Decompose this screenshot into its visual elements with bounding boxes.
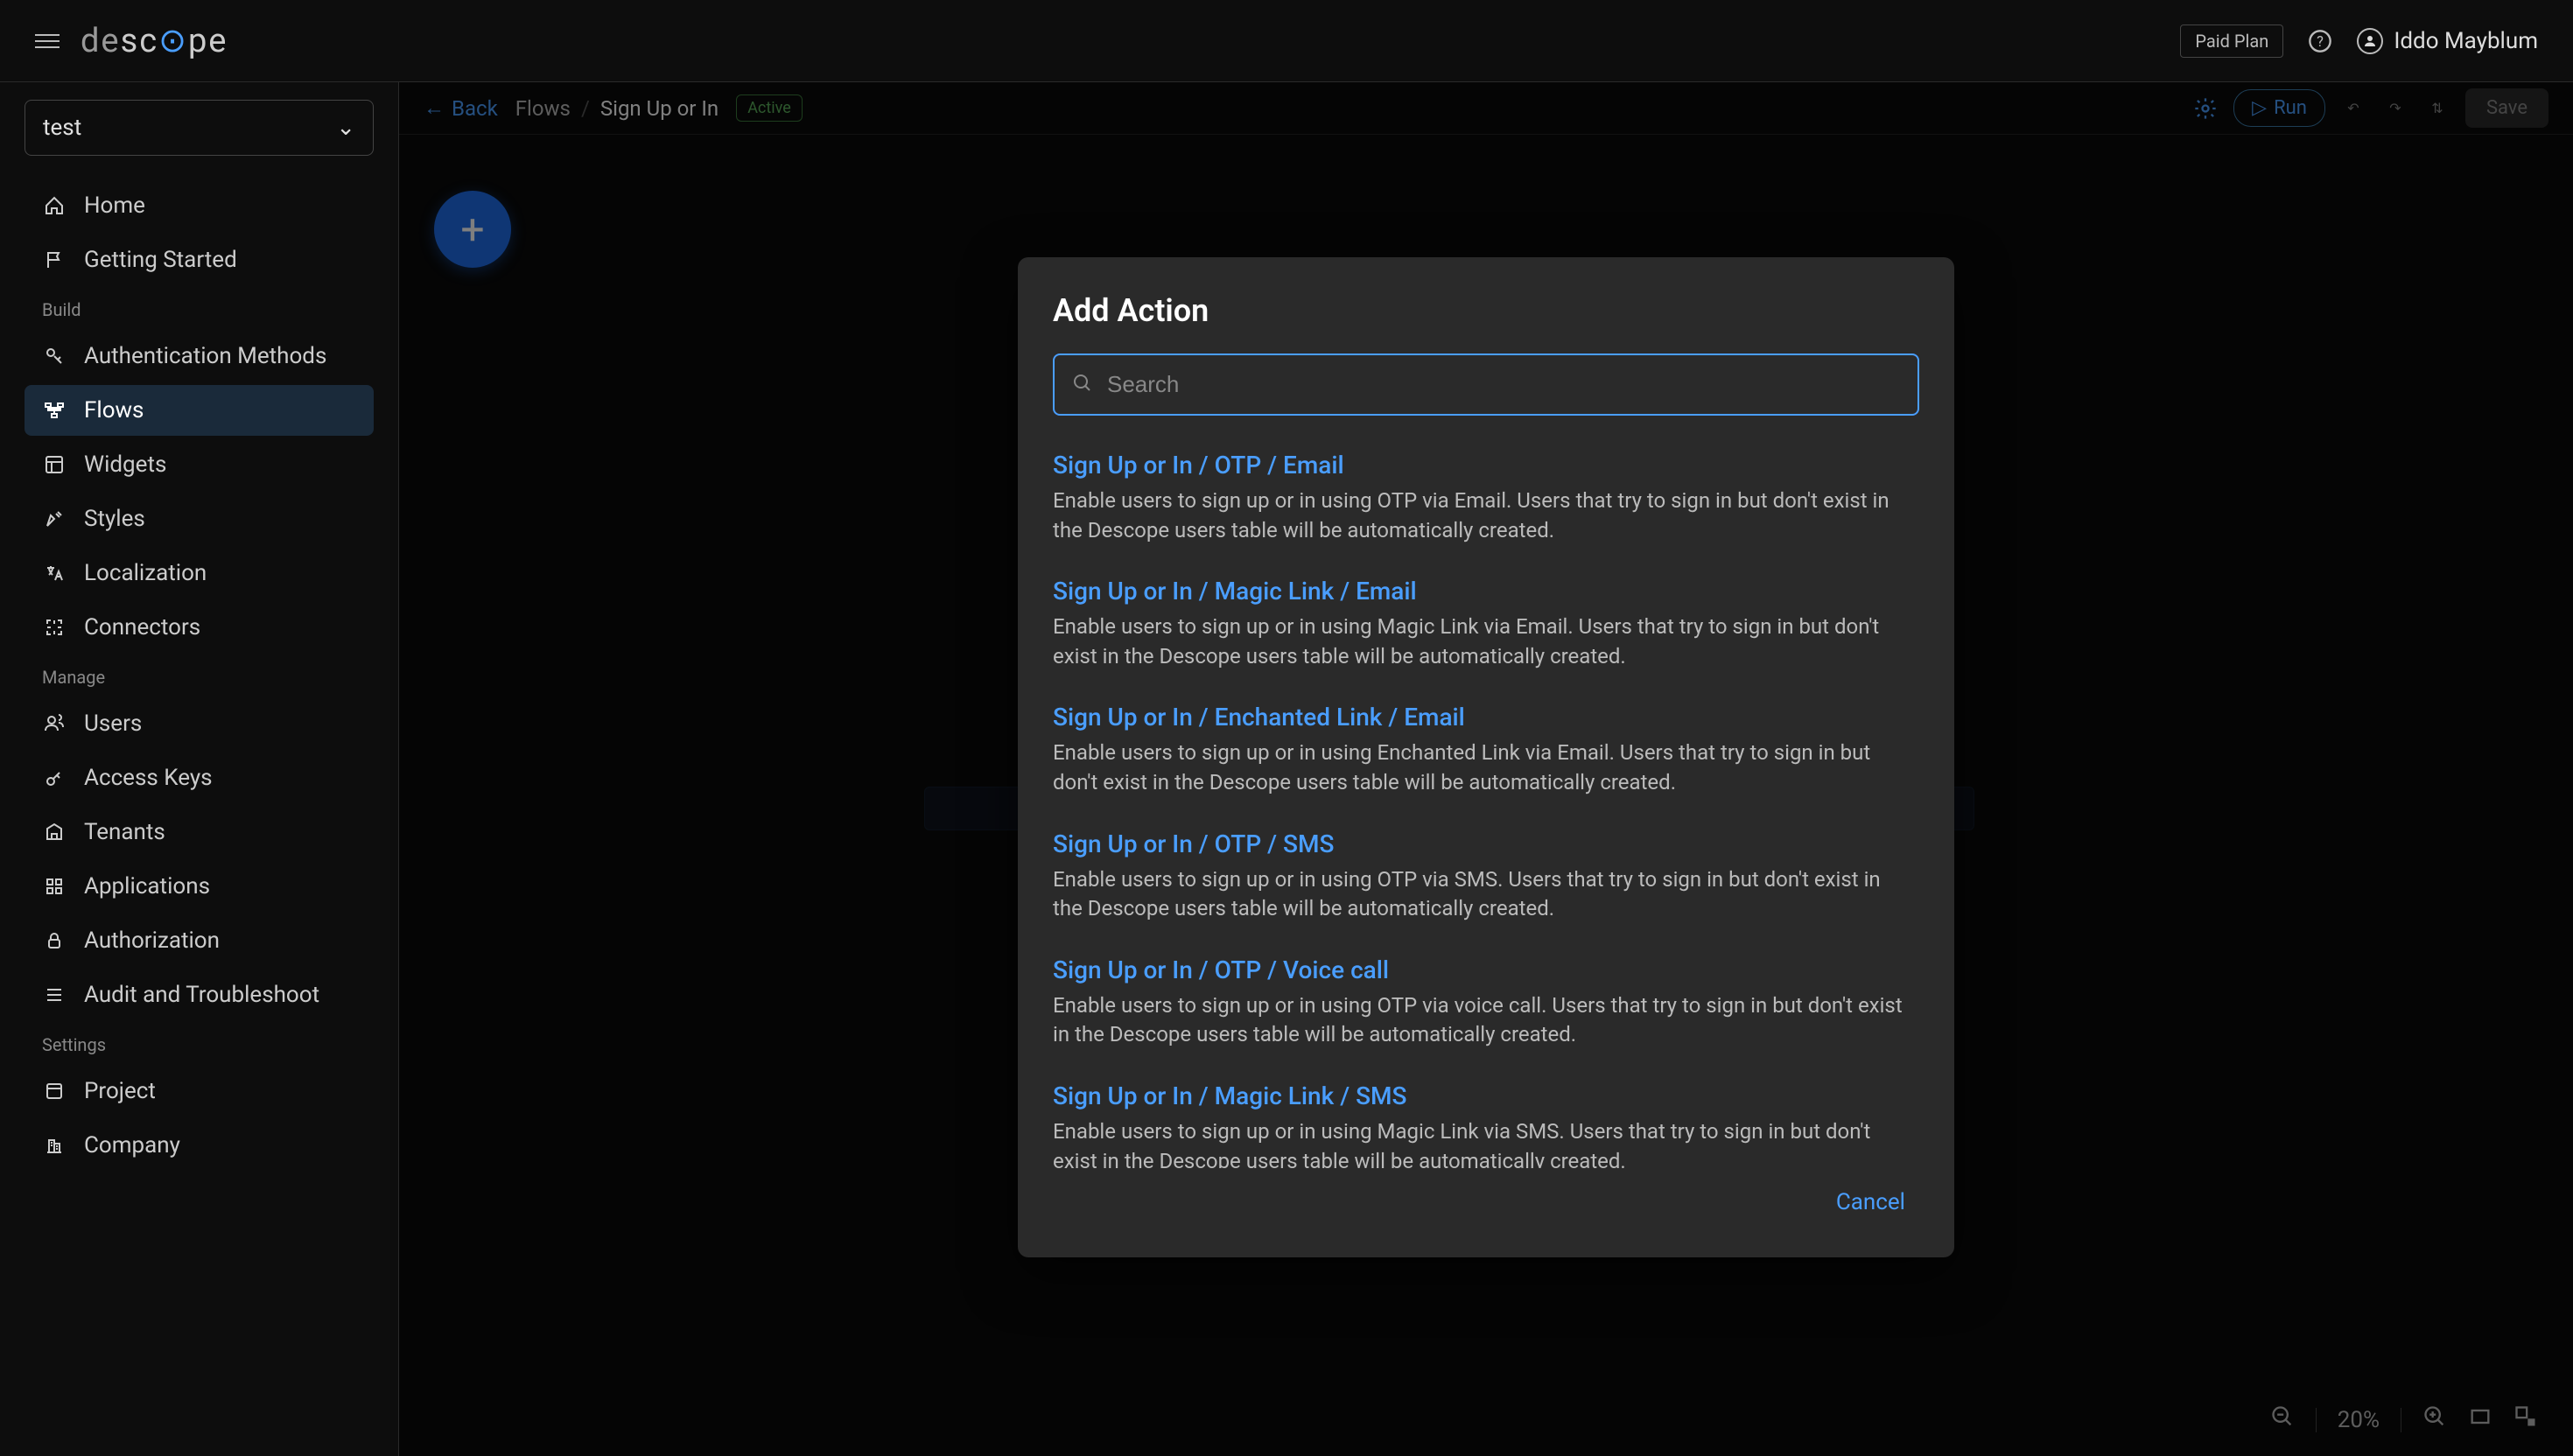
lock-icon [42,928,67,953]
auth-icon [42,344,67,368]
action-item-enchanted-email[interactable]: Sign Up or In / Enchanted Link / Email E… [1053,703,1912,797]
sidebar-item-label: Users [84,710,142,737]
sidebar-item-widgets[interactable]: Widgets [25,439,374,490]
connectors-icon [42,615,67,640]
svg-text:?: ? [2317,32,2324,49]
flag-icon [42,248,67,272]
sidebar-item-label: Authorization [84,928,220,954]
topbar: desc⊙pe Paid Plan ? Iddo Mayblum [0,0,2573,82]
sidebar-item-localization[interactable]: Localization [25,548,374,598]
sidebar-item-label: Project [84,1078,156,1104]
localization-icon [42,561,67,585]
sidebar-item-label: Styles [84,506,145,532]
sidebar-item-project[interactable]: Project [25,1066,374,1116]
action-item-otp-sms[interactable]: Sign Up or In / OTP / SMS Enable users t… [1053,830,1912,924]
sidebar-item-label: Flows [84,397,144,424]
plan-badge[interactable]: Paid Plan [2180,24,2283,58]
action-desc: Enable users to sign up or in using OTP … [1053,865,1912,924]
cancel-button[interactable]: Cancel [1822,1182,1919,1222]
sidebar-item-label: Company [84,1132,180,1158]
sidebar: test ⌄ Home Getting Started Build Authen… [0,82,399,1456]
user-menu[interactable]: Iddo Mayblum [2357,28,2538,54]
action-desc: Enable users to sign up or in using Ench… [1053,738,1912,797]
canvas-area: ← Back Flows / Sign Up or In Active ▷ Ru… [399,82,2573,1456]
sidebar-item-company[interactable]: Company [25,1120,374,1171]
sidebar-item-connectors[interactable]: Connectors [25,602,374,653]
section-settings: Settings [25,1024,374,1062]
flows-icon [42,398,67,423]
action-item-otp-email[interactable]: Sign Up or In / OTP / Email Enable users… [1053,451,1912,545]
sidebar-item-label: Home [84,192,145,219]
sidebar-item-flows[interactable]: Flows [25,385,374,436]
widgets-icon [42,452,67,477]
project-icon [42,1079,67,1103]
sidebar-item-authorization[interactable]: Authorization [25,915,374,966]
action-desc: Enable users to sign up or in using Magi… [1053,1117,1912,1168]
section-manage: Manage [25,656,374,695]
sidebar-item-tenants[interactable]: Tenants [25,807,374,858]
sidebar-item-label: Authentication Methods [84,343,326,369]
sidebar-item-users[interactable]: Users [25,698,374,749]
action-desc: Enable users to sign up or in using OTP … [1053,486,1912,545]
action-title: Sign Up or In / Enchanted Link / Email [1053,703,1912,732]
topbar-left: desc⊙pe [35,21,228,60]
sidebar-item-home[interactable]: Home [25,180,374,231]
sidebar-item-label: Getting Started [84,247,237,273]
audit-icon [42,983,67,1007]
action-desc: Enable users to sign up or in using OTP … [1053,991,1912,1050]
action-item-otp-voice[interactable]: Sign Up or In / OTP / Voice call Enable … [1053,956,1912,1050]
search-input[interactable] [1107,371,1900,398]
sidebar-item-label: Audit and Troubleshoot [84,982,319,1008]
action-desc: Enable users to sign up or in using Magi… [1053,612,1912,671]
sidebar-item-styles[interactable]: Styles [25,494,374,544]
menu-toggle[interactable] [35,34,60,48]
project-name: test [43,115,81,141]
avatar-icon [2357,28,2383,54]
action-item-magic-email[interactable]: Sign Up or In / Magic Link / Email Enabl… [1053,577,1912,671]
action-title: Sign Up or In / OTP / SMS [1053,830,1912,858]
section-build: Build [25,289,374,327]
action-title: Sign Up or In / Magic Link / Email [1053,577,1912,606]
company-icon [42,1133,67,1158]
sidebar-item-getting-started[interactable]: Getting Started [25,234,374,285]
sidebar-item-label: Localization [84,560,207,586]
project-selector[interactable]: test ⌄ [25,100,374,156]
sidebar-item-label: Tenants [84,819,165,845]
sidebar-item-applications[interactable]: Applications [25,861,374,912]
action-title: Sign Up or In / Magic Link / SMS [1053,1082,1912,1110]
modal-title: Add Action [1053,292,1919,329]
chevron-down-icon: ⌄ [336,115,355,141]
topbar-right: Paid Plan ? Iddo Mayblum [2180,24,2538,58]
apps-icon [42,874,67,899]
sidebar-item-label: Access Keys [84,765,213,791]
sidebar-item-label: Applications [84,873,210,900]
styles-icon [42,507,67,531]
sidebar-item-auth-methods[interactable]: Authentication Methods [25,331,374,382]
tenants-icon [42,820,67,844]
action-item-magic-sms[interactable]: Sign Up or In / Magic Link / SMS Enable … [1053,1082,1912,1168]
sidebar-item-audit[interactable]: Audit and Troubleshoot [25,970,374,1020]
keys-icon [42,766,67,790]
username: Iddo Mayblum [2394,28,2538,54]
home-icon [42,193,67,218]
search-box[interactable] [1053,354,1919,416]
help-icon[interactable]: ? [2304,25,2336,57]
action-title: Sign Up or In / OTP / Voice call [1053,956,1912,984]
logo: desc⊙pe [81,21,228,60]
modal-overlay: Add Action Sign Up or In / OTP / Email E… [399,82,2573,1456]
sidebar-item-label: Connectors [84,614,200,640]
users-icon [42,711,67,736]
action-list[interactable]: Sign Up or In / OTP / Email Enable users… [1053,451,1919,1168]
action-title: Sign Up or In / OTP / Email [1053,451,1912,480]
search-icon [1072,373,1093,397]
add-action-modal: Add Action Sign Up or In / OTP / Email E… [1018,257,1954,1257]
sidebar-item-label: Widgets [84,452,166,478]
sidebar-item-access-keys[interactable]: Access Keys [25,752,374,803]
